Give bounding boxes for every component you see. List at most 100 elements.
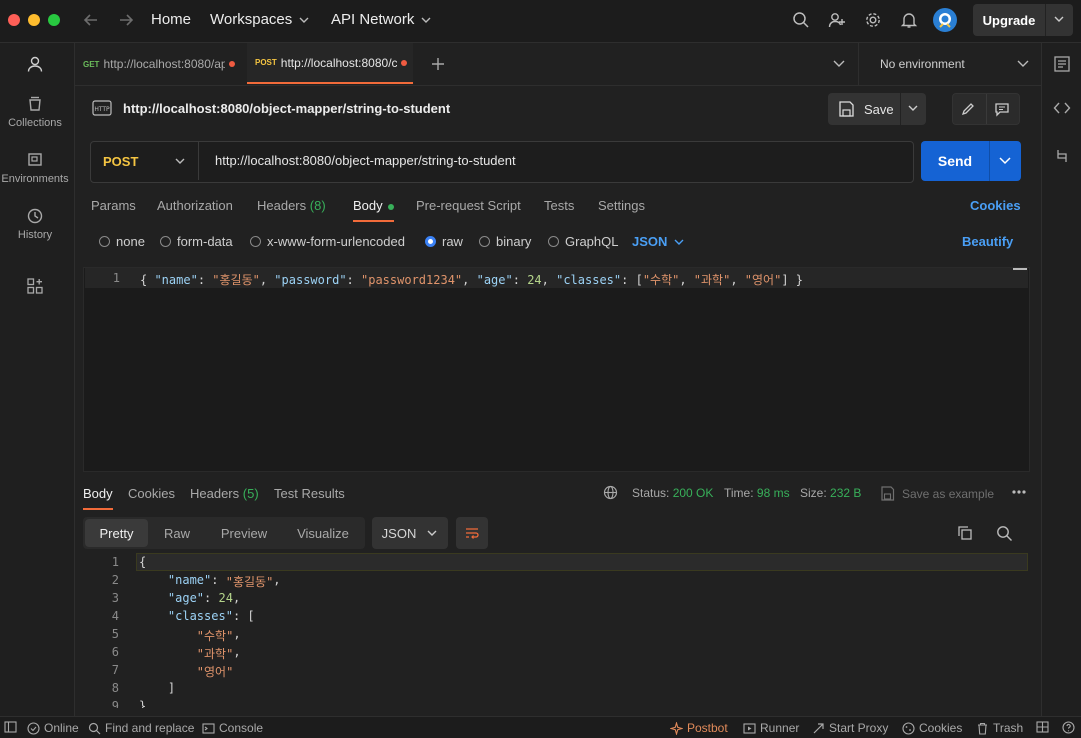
request-body-editor[interactable]: 1 { "name": "홍길동", "password": "password…	[83, 267, 1030, 472]
chevron-down-icon[interactable]	[1046, 14, 1072, 26]
toggle-sidebar-icon[interactable]	[4, 721, 17, 733]
upgrade-button[interactable]: Upgrade	[973, 4, 1073, 36]
collections-icon	[29, 96, 41, 111]
globe-icon[interactable]	[603, 485, 618, 500]
code-icon[interactable]	[1053, 99, 1071, 117]
forward-arrow-icon[interactable]	[117, 11, 135, 29]
tab-get-request[interactable]: GET http://localhost:8080/ap	[83, 43, 243, 85]
search-icon[interactable]	[790, 9, 812, 31]
chevron-down-icon[interactable]	[901, 103, 925, 115]
token: {	[140, 273, 155, 287]
edit-pencil-icon[interactable]	[960, 101, 976, 117]
layout-toggle-icon[interactable]	[1036, 721, 1049, 733]
response-tab-cookies[interactable]: Cookies	[128, 486, 175, 501]
cookies-button[interactable]: Cookies	[902, 721, 962, 735]
notifications-bell-icon[interactable]	[898, 9, 920, 31]
body-option-graphql[interactable]: GraphQL	[548, 234, 618, 249]
save-as-example-button[interactable]: Save as example	[880, 486, 994, 501]
nav-workspaces[interactable]: Workspaces	[210, 11, 310, 28]
sidebar-item-profile[interactable]	[0, 55, 70, 73]
token: ,	[462, 273, 477, 287]
trash-button[interactable]: Trash	[976, 721, 1023, 735]
view-pretty[interactable]: Pretty	[85, 519, 148, 547]
comments-icon[interactable]	[994, 101, 1010, 117]
wrap-lines-button[interactable]	[456, 517, 488, 549]
sidebar-item-configure[interactable]	[0, 277, 70, 295]
send-button[interactable]: Send	[921, 141, 1021, 181]
environment-quick-look-icon[interactable]	[1053, 55, 1071, 73]
status-value[interactable]: 200 OK	[673, 486, 714, 500]
tab-post-request[interactable]: POST http://localhost:8080/c	[247, 43, 413, 84]
radio-selected-icon	[425, 236, 436, 247]
active-line-highlight	[136, 553, 1028, 571]
invite-user-icon[interactable]	[826, 9, 848, 31]
size-value[interactable]: 232 B	[830, 486, 861, 500]
copy-icon[interactable]	[957, 525, 973, 541]
tab-headers[interactable]: Headers (8)	[257, 198, 326, 213]
tab-pre-request-script[interactable]: Pre-request Script	[416, 198, 521, 213]
tab-settings[interactable]: Settings	[598, 198, 645, 213]
body-option-form-data[interactable]: form-data	[160, 234, 233, 249]
minimize-window-icon[interactable]	[28, 14, 40, 26]
body-option-binary[interactable]: binary	[479, 234, 531, 249]
token: :	[204, 591, 219, 605]
body-option-raw[interactable]: raw	[425, 234, 463, 249]
body-format-select[interactable]: JSON	[632, 234, 685, 249]
view-preview[interactable]: Preview	[210, 517, 278, 549]
sidebar-item-collections[interactable]: Collections	[0, 95, 70, 129]
response-tab-test-results[interactable]: Test Results	[274, 486, 345, 501]
body-option-urlencoded[interactable]: x-www-form-urlencoded	[250, 234, 405, 249]
editor-scrollbar[interactable]	[1013, 268, 1027, 270]
more-options-icon[interactable]	[1012, 490, 1026, 494]
token-key: "age"	[167, 591, 205, 605]
method-select[interactable]: POST	[91, 142, 199, 180]
runner-button[interactable]: Runner	[743, 721, 799, 735]
request-title[interactable]: http://localhost:8080/object-mapper/stri…	[123, 101, 450, 116]
response-line: 7 "영어"	[83, 663, 234, 680]
view-raw[interactable]: Raw	[150, 517, 204, 549]
tabs-overflow-chevron-icon[interactable]	[832, 58, 846, 70]
console-button[interactable]: Console	[202, 721, 263, 735]
response-body-viewer[interactable]: 1{2 "name": "홍길동", 3 "age": 24, 4 "classes…	[83, 553, 1028, 708]
online-status[interactable]: Online	[27, 721, 79, 735]
token: "password"	[274, 273, 347, 287]
related-collections-icon[interactable]	[1053, 147, 1071, 165]
svg-text:HTTP: HTTP	[94, 106, 110, 113]
nav-api-network[interactable]: API Network	[331, 11, 432, 28]
console-label: Console	[219, 721, 264, 735]
sidebar-item-history[interactable]: History	[0, 207, 70, 241]
start-proxy-button[interactable]: Start Proxy	[812, 721, 888, 735]
body-option-none[interactable]: none	[99, 234, 145, 249]
tab-params[interactable]: Params	[91, 198, 136, 213]
url-input[interactable]: http://localhost:8080/object-mapper/stri…	[215, 153, 516, 168]
nav-home[interactable]: Home	[151, 11, 191, 28]
sidebar-item-environments[interactable]: Environments	[0, 151, 70, 185]
time-value[interactable]: 98 ms	[757, 486, 790, 500]
avatar[interactable]	[933, 8, 957, 32]
tab-authorization[interactable]: Authorization	[157, 198, 233, 213]
new-tab-plus-icon[interactable]	[430, 56, 446, 72]
find-and-replace-button[interactable]: Find and replace	[88, 721, 194, 735]
save-button[interactable]: Save	[828, 93, 926, 125]
close-window-icon[interactable]	[8, 14, 20, 26]
sidebar-item-label: Collections	[8, 117, 62, 129]
help-icon[interactable]	[1062, 721, 1075, 734]
cookies-link[interactable]: Cookies	[970, 198, 1021, 213]
response-tab-body[interactable]: Body	[83, 486, 113, 510]
settings-gear-icon[interactable]	[862, 9, 884, 31]
tab-body[interactable]: Body	[353, 198, 395, 222]
back-arrow-icon[interactable]	[82, 11, 100, 29]
send-options-chevron-icon[interactable]	[998, 155, 1012, 167]
response-tab-headers[interactable]: Headers (5)	[190, 486, 259, 501]
zoom-window-icon[interactable]	[48, 14, 60, 26]
search-response-icon[interactable]	[996, 525, 1013, 542]
tab-tests[interactable]: Tests	[544, 198, 574, 213]
environment-selector[interactable]: No environment	[870, 43, 1030, 85]
save-disk-icon	[881, 486, 895, 501]
view-visualize[interactable]: Visualize	[287, 517, 359, 549]
postbot-button[interactable]: Postbot	[670, 721, 728, 735]
beautify-link[interactable]: Beautify	[962, 234, 1013, 249]
response-format-select[interactable]: JSON	[372, 517, 448, 549]
token-value: "영어"	[196, 665, 234, 679]
